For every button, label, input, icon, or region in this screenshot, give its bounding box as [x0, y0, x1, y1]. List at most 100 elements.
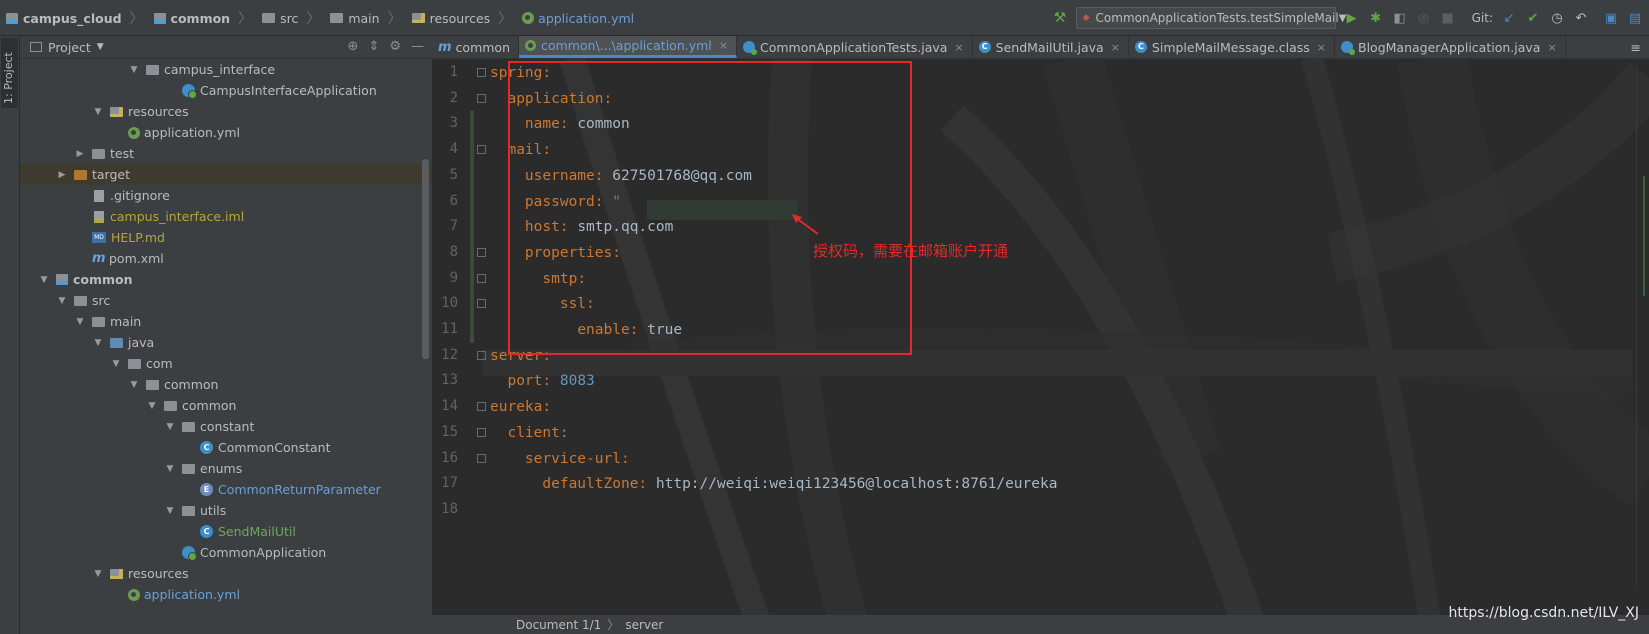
editor-tab-label: common: [455, 39, 510, 55]
collapse-arrow-icon[interactable]: ▼: [164, 422, 176, 432]
collapse-arrow-icon[interactable]: ▼: [164, 464, 176, 474]
fold-marker-icon[interactable]: [477, 453, 486, 463]
fold-marker-icon[interactable]: [477, 299, 486, 309]
stop-icon[interactable]: ■: [1440, 10, 1456, 26]
expand-arrow-icon[interactable]: ▶: [74, 149, 86, 159]
project-structure-icon[interactable]: ▣: [1603, 10, 1619, 26]
yaml-key: name: [524, 116, 560, 133]
collapse-arrow-icon[interactable]: ▼: [92, 338, 104, 348]
locate-icon[interactable]: ⊕: [348, 39, 359, 54]
tree-item-label: campus_interface.iml: [110, 209, 245, 224]
tree-item[interactable]: ▼ resources: [20, 101, 432, 122]
yaml-key: mail: [507, 142, 543, 159]
editor-tab[interactable]: common\...\application.yml ×: [519, 36, 737, 58]
collapse-arrow-icon[interactable]: ▼: [128, 380, 140, 390]
collapse-arrow-icon[interactable]: ▼: [164, 506, 176, 516]
line-number-gutter: 1 2 3 4 5 6 7 8 9 10 11 12 13 14 15 16 17 18: [432, 58, 486, 612]
project-panel-header[interactable]: Project ▼ ⊕ ⇕ ⚙ —: [20, 36, 432, 59]
sdk-icon[interactable]: ▤: [1627, 10, 1643, 26]
tree-item[interactable]: application.yml: [20, 584, 432, 605]
breadcrumb-item-resources[interactable]: resources 〉: [411, 8, 519, 28]
tree-item[interactable]: C CommonConstant: [20, 437, 432, 458]
collapse-arrow-icon[interactable]: ▼: [38, 275, 50, 285]
collapse-all-icon[interactable]: ⇕: [368, 39, 379, 54]
line-number: 1: [449, 64, 458, 80]
editor-tab[interactable]: C SimpleMailMessage.class ×: [1129, 36, 1335, 58]
tree-item[interactable]: MD HELP.md: [20, 227, 432, 248]
tree-item[interactable]: ▼ constant: [20, 416, 432, 437]
editor-tab[interactable]: BlogManagerApplication.java ×: [1335, 36, 1566, 58]
tree-item[interactable]: ▼ common: [20, 395, 432, 416]
tree-item[interactable]: E CommonReturnParameter: [20, 479, 432, 500]
tree-item[interactable]: ▼ java: [20, 332, 432, 353]
tree-item[interactable]: ▶ target: [20, 164, 432, 185]
close-tab-icon[interactable]: ×: [1547, 41, 1556, 54]
close-tab-icon[interactable]: ×: [1111, 41, 1120, 54]
editor-tab[interactable]: m common: [432, 36, 519, 58]
yaml-file-icon: [128, 588, 140, 601]
profile-icon[interactable]: ◎: [1416, 10, 1432, 26]
tree-item[interactable]: ▶ test: [20, 143, 432, 164]
tree-item[interactable]: C SendMailUtil: [20, 521, 432, 542]
coverage-icon[interactable]: ◧: [1392, 10, 1408, 26]
collapse-arrow-icon[interactable]: ▼: [74, 317, 86, 327]
fold-marker-icon[interactable]: [477, 273, 486, 283]
fold-marker-icon[interactable]: [477, 145, 486, 155]
fold-marker-icon[interactable]: [477, 247, 486, 257]
close-tab-icon[interactable]: ×: [1317, 41, 1326, 54]
fold-marker-icon[interactable]: [477, 93, 486, 103]
tab-overflow-icon[interactable]: ≡: [1625, 36, 1649, 58]
tree-item[interactable]: CampusInterfaceApplication: [20, 80, 432, 101]
tree-item[interactable]: application.yml: [20, 122, 432, 143]
tree-item[interactable]: ▼ utils: [20, 500, 432, 521]
editor-tab[interactable]: C SendMailUtil.java ×: [973, 36, 1129, 58]
tree-item[interactable]: campus_interface.iml: [20, 206, 432, 227]
minimize-icon[interactable]: —: [411, 39, 424, 54]
breadcrumb-item-main[interactable]: main 〉: [330, 8, 407, 28]
close-tab-icon[interactable]: ×: [954, 41, 963, 54]
breadcrumb-item-module[interactable]: common 〉: [153, 8, 259, 28]
git-commit-icon[interactable]: ✔: [1525, 10, 1541, 26]
fold-marker-icon[interactable]: [477, 68, 486, 77]
tree-item[interactable]: ▼ src: [20, 290, 432, 311]
collapse-arrow-icon[interactable]: ▼: [92, 107, 104, 117]
tree-item[interactable]: .gitignore: [20, 185, 432, 206]
tree-item[interactable]: ▼ campus_interface: [20, 59, 432, 80]
tree-item[interactable]: ▼ enums: [20, 458, 432, 479]
tree-item[interactable]: ▼ common: [20, 374, 432, 395]
fold-marker-icon[interactable]: [477, 350, 486, 360]
history-icon[interactable]: ◷: [1549, 10, 1565, 26]
collapse-arrow-icon[interactable]: ▼: [56, 296, 68, 306]
collapse-arrow-icon[interactable]: ▼: [92, 569, 104, 579]
project-scrollbar[interactable]: [422, 159, 429, 359]
breadcrumb-item-project[interactable]: campus_cloud 〉: [6, 8, 150, 28]
close-tab-icon[interactable]: ×: [719, 39, 728, 52]
fold-marker-icon[interactable]: [477, 402, 486, 412]
collapse-arrow-icon[interactable]: ▼: [146, 401, 158, 411]
tree-item[interactable]: m pom.xml: [20, 248, 432, 269]
tree-item[interactable]: ▼ common: [20, 269, 432, 290]
breadcrumb-item-src[interactable]: src 〉: [262, 8, 326, 28]
git-update-icon[interactable]: ↙: [1501, 10, 1517, 26]
debug-icon[interactable]: ✱: [1368, 10, 1384, 26]
fold-marker-icon[interactable]: [477, 427, 486, 437]
revert-icon[interactable]: ↶: [1573, 10, 1589, 26]
run-icon[interactable]: ▶: [1344, 10, 1360, 26]
collapse-arrow-icon[interactable]: ▼: [110, 359, 122, 369]
yaml-key: port: [507, 373, 543, 390]
tree-item[interactable]: CommonApplication: [20, 542, 432, 563]
chevron-down-icon[interactable]: ▼: [97, 42, 104, 52]
run-configuration-select[interactable]: ◆ CommonApplicationTests.testSimpleMail …: [1075, 7, 1346, 29]
collapse-arrow-icon[interactable]: ▼: [128, 65, 140, 75]
gear-icon[interactable]: ⚙: [389, 39, 401, 54]
expand-arrow-icon[interactable]: ▶: [56, 170, 68, 180]
tree-item[interactable]: ▼ com: [20, 353, 432, 374]
build-hammer-icon[interactable]: ⚒: [1054, 11, 1068, 25]
editor-tab[interactable]: CommonApplicationTests.java ×: [737, 36, 973, 58]
tree-item[interactable]: ▼ resources: [20, 563, 432, 584]
tree-item[interactable]: ▼ main: [20, 311, 432, 332]
breadcrumb-item-file[interactable]: application.yml: [522, 11, 634, 26]
code-area[interactable]: spring: application: name: common mail: …: [490, 58, 1640, 612]
